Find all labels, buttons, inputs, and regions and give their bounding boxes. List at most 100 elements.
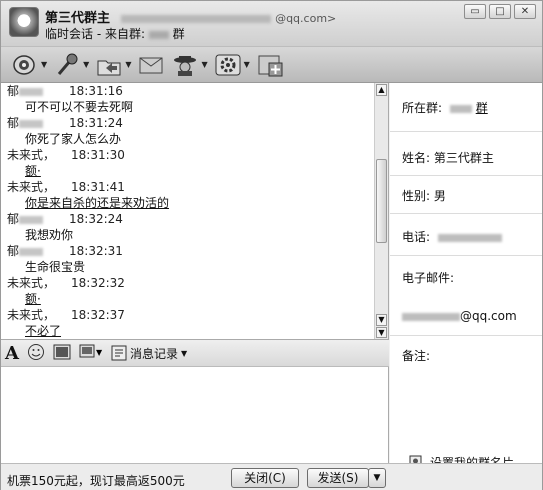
note-row: 备注: bbox=[402, 347, 430, 364]
svg-text:▼: ▼ bbox=[96, 348, 103, 357]
sender-name: 未来式， bbox=[7, 276, 56, 290]
chevron-down-icon[interactable]: ▼ bbox=[125, 60, 131, 69]
message-meta: 郁 18:31:24 bbox=[7, 115, 367, 131]
scroll-end-icon[interactable]: ▼ bbox=[376, 327, 387, 338]
voice-button[interactable]: ▼ bbox=[53, 50, 89, 80]
blurred-sender-name bbox=[19, 87, 44, 96]
group-label: 所在群: bbox=[402, 101, 443, 115]
message-time: 18:31:30 bbox=[71, 148, 125, 162]
message-time: 18:31:24 bbox=[69, 116, 123, 130]
divider bbox=[390, 335, 542, 336]
message-text: 不必了 bbox=[25, 324, 62, 338]
name-label: 姓名: bbox=[402, 151, 431, 165]
send-file-button[interactable]: ▼ bbox=[95, 50, 131, 80]
divider bbox=[390, 175, 542, 176]
blurred-email bbox=[402, 312, 460, 321]
chevron-down-icon[interactable]: ▼ bbox=[83, 60, 89, 69]
video-button[interactable]: ▼ bbox=[11, 50, 47, 80]
avatar-show-button[interactable]: ▼ bbox=[171, 50, 208, 80]
screenshot-icon[interactable]: ▼ bbox=[79, 344, 103, 363]
scroll-up-icon[interactable]: ▲ bbox=[376, 84, 387, 96]
gender-label: 性别: bbox=[402, 189, 431, 203]
sender-name: 未来式， bbox=[7, 308, 56, 322]
chevron-down-icon: ▼ bbox=[180, 348, 188, 358]
message-history-button[interactable]: 消息记录 ▼ bbox=[111, 345, 187, 362]
chevron-down-icon[interactable]: ▼ bbox=[244, 60, 250, 69]
video-camera-icon bbox=[11, 52, 39, 78]
session-subtitle: 临时会话 - 来自群: 群 bbox=[45, 25, 185, 42]
message-body: 额· bbox=[7, 291, 367, 307]
emoji-icon[interactable] bbox=[27, 343, 45, 364]
member-info-panel: 所在群: 群 姓名: 第三代群主 性别: 男 电话: 电子邮件: @qq.com… bbox=[390, 83, 542, 470]
message-text: 生命很宝贵 bbox=[25, 260, 86, 274]
minimize-button[interactable]: ▭ bbox=[464, 4, 486, 19]
message-meta: 郁 18:32:31 bbox=[7, 243, 367, 259]
sender-name: 郁 bbox=[7, 116, 20, 130]
message-time: 18:32:37 bbox=[71, 308, 125, 322]
message-input[interactable] bbox=[1, 367, 389, 463]
close-window-button[interactable]: ✕ bbox=[514, 4, 536, 19]
app-gear-icon bbox=[214, 52, 242, 78]
sender-name: 郁 bbox=[7, 84, 20, 98]
message-meta: 未来式， 18:31:41 bbox=[7, 179, 367, 195]
scroll-thumb[interactable] bbox=[376, 159, 387, 243]
message-text: 你死了家人怎么办 bbox=[25, 132, 122, 146]
chat-history[interactable]: 郁 18:31:16 可不可以不要去死啊郁 18:31:24 你死了家人怎么办 未来式， 1… bbox=[1, 83, 389, 339]
send-options-dropdown[interactable]: ▼ bbox=[368, 468, 386, 488]
add-window-button[interactable] bbox=[256, 50, 284, 80]
blurred-sender-name bbox=[19, 247, 44, 256]
phone-row: 电话: bbox=[402, 228, 502, 245]
email-value-row: @qq.com bbox=[402, 309, 517, 323]
blurred-group-name bbox=[148, 30, 169, 39]
message-body: 额· bbox=[7, 163, 367, 179]
image-icon[interactable] bbox=[53, 344, 71, 363]
phone-label: 电话: bbox=[402, 230, 431, 244]
send-button[interactable]: 发送(S) bbox=[307, 468, 369, 488]
email-tail: @qq.com bbox=[460, 309, 517, 323]
group-row: 所在群: 群 bbox=[402, 99, 488, 116]
message-text: 额· bbox=[25, 164, 41, 178]
history-label: 消息记录 bbox=[129, 346, 178, 361]
message-text: 额· bbox=[25, 292, 41, 306]
input-toolbar: A ▼ 消息记录 ▼ bbox=[1, 339, 389, 367]
font-button[interactable]: A bbox=[5, 343, 19, 364]
sender-name: 郁 bbox=[7, 212, 20, 226]
main-toolbar: ▼ ▼ ▼ ▼ ▼ bbox=[1, 47, 542, 83]
message-text: 你是来自杀的还是来劝活的 bbox=[25, 196, 170, 210]
chevron-down-icon[interactable]: ▼ bbox=[41, 60, 47, 69]
message-body: 我想劝你 bbox=[7, 227, 367, 243]
email-label: 电子邮件: bbox=[402, 271, 455, 285]
chat-scrollbar[interactable]: ▲ ▼ ▼ bbox=[374, 83, 388, 339]
divider bbox=[390, 131, 542, 132]
email-label-row: 电子邮件: bbox=[402, 269, 454, 286]
avatar[interactable] bbox=[9, 7, 39, 37]
chevron-down-icon[interactable]: ▼ bbox=[201, 60, 207, 69]
subtitle-suffix: 群 bbox=[172, 27, 185, 41]
message-body: 生命很宝贵 bbox=[7, 259, 367, 275]
message-text: 可不可以不要去死啊 bbox=[25, 100, 134, 114]
microphone-icon bbox=[53, 52, 81, 78]
name-row: 姓名: 第三代群主 bbox=[402, 149, 494, 166]
message-body: 可不可以不要去死啊 bbox=[7, 99, 367, 115]
mail-icon bbox=[137, 52, 165, 78]
close-button[interactable]: 关闭(C) bbox=[231, 468, 299, 488]
chat-window: 第三代群主 @qq.com> 临时会话 - 来自群: 群 ▭ □ ✕ ▼ ▼ ▼… bbox=[0, 0, 543, 490]
group-link[interactable]: 群 bbox=[476, 101, 488, 115]
name-value: 第三代群主 bbox=[433, 151, 494, 165]
sender-name: 郁 bbox=[7, 244, 20, 258]
scroll-down-icon[interactable]: ▼ bbox=[376, 314, 387, 326]
divider bbox=[390, 255, 542, 256]
subtitle-prefix: 临时会话 - 来自群: bbox=[45, 27, 146, 41]
message-text: 我想劝你 bbox=[25, 228, 74, 242]
apps-button[interactable]: ▼ bbox=[214, 50, 250, 80]
message-meta: 郁 18:32:24 bbox=[7, 211, 367, 227]
sender-name: 未来式， bbox=[7, 180, 56, 194]
message-time: 18:31:16 bbox=[69, 84, 123, 98]
message-meta: 未来式， 18:32:32 bbox=[7, 275, 367, 291]
message-list: 郁 18:31:16 可不可以不要去死啊郁 18:31:24 你死了家人怎么办 未来式， 1… bbox=[7, 83, 367, 339]
ad-text-link[interactable]: 机票150元起，现订最高返500元 bbox=[7, 472, 185, 489]
mail-button[interactable] bbox=[137, 50, 165, 80]
message-meta: 未来式， 18:31:30 bbox=[7, 147, 367, 163]
folder-send-file-icon bbox=[95, 52, 123, 78]
maximize-button[interactable]: □ bbox=[489, 4, 511, 19]
